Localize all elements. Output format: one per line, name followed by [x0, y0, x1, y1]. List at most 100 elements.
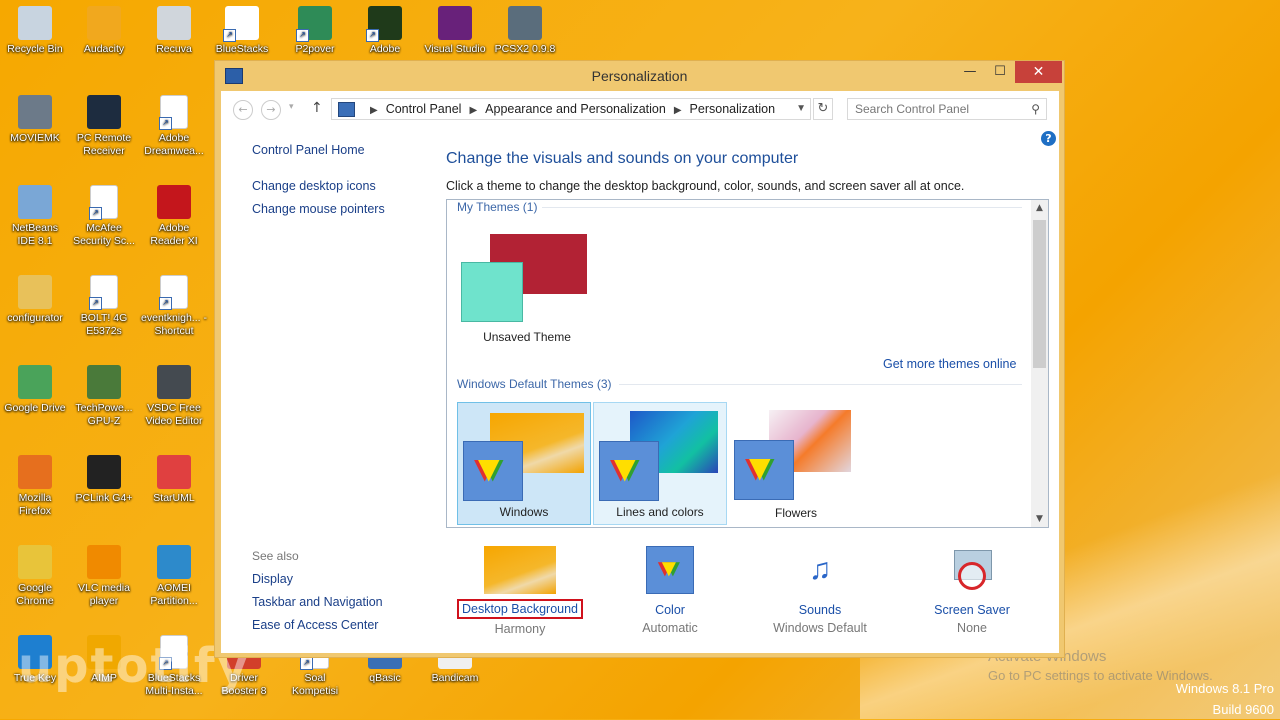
theme-label-lines-and-colors: Lines and colors: [616, 505, 704, 519]
breadcrumb-personalization[interactable]: Personalization: [690, 102, 775, 116]
desktop-background-setting[interactable]: Desktop Background Harmony: [455, 546, 585, 636]
theme-tile-flowers[interactable]: ▼ Flowers: [729, 402, 863, 525]
address-bar[interactable]: ▶ Control Panel ▶ Appearance and Personaliz…: [331, 98, 811, 120]
shortcut-arrow-icon: ↗: [223, 29, 236, 42]
search-icon[interactable]: ⚲: [1031, 99, 1040, 119]
theme-tile-lines-and-colors[interactable]: ▼ Lines and colors: [593, 402, 727, 525]
dreamweaver-icon: ↗: [366, 6, 402, 42]
forward-arrow-icon[interactable]: →: [261, 100, 281, 120]
color-palette-icon: ▼: [599, 441, 659, 501]
refresh-icon[interactable]: ↻: [813, 98, 833, 120]
desktop-icon[interactable]: Visual Studio: [422, 6, 488, 56]
desktop-icon[interactable]: VLC media player: [71, 545, 137, 608]
desktop-icon-label: PC Remote Receiver: [76, 132, 132, 157]
my-themes-group-label: My Themes (1): [457, 200, 538, 214]
desktop-icon[interactable]: ↗ BOLT! 4G E5372s: [71, 275, 137, 338]
desktop-icon[interactable]: configurator: [2, 275, 68, 325]
vlc-icon: [87, 545, 121, 579]
desktop-icon[interactable]: TechPowe... GPU-Z: [71, 365, 137, 428]
screen-saver-link[interactable]: Screen Saver: [907, 603, 1037, 617]
color-link[interactable]: Color: [605, 603, 735, 617]
desktop-icon[interactable]: PC Remote Receiver: [71, 95, 137, 158]
desktop-icon[interactable]: ↗ Adobe: [352, 6, 418, 56]
desktop-icon[interactable]: ↗ Adobe Dreamwea...: [141, 95, 207, 158]
theme-tile-windows[interactable]: ▼ Windows: [457, 402, 591, 525]
desktop-icon[interactable]: PCLink G4+: [71, 455, 137, 505]
sounds-value: Windows Default: [773, 621, 867, 635]
chevron-down-icon[interactable]: ▼: [796, 99, 806, 119]
sounds-link[interactable]: Sounds: [755, 603, 885, 617]
vsdc-icon: [157, 365, 191, 399]
scroll-up-icon[interactable]: ▲: [1031, 203, 1048, 213]
window-content: ← → ▾ ↑ ▶ Control Panel ▶ Appearance and Pe…: [221, 91, 1059, 653]
desktop-icon-label: VLC media player: [78, 582, 130, 607]
sounds-icon: ♫: [808, 553, 832, 586]
back-arrow-icon[interactable]: ←: [233, 100, 253, 120]
scroll-down-icon[interactable]: ▼: [1031, 514, 1048, 524]
get-more-themes-link[interactable]: Get more themes online: [883, 357, 1016, 371]
desktop-icon[interactable]: PCSX2 0.9.8: [492, 6, 558, 56]
unsaved-theme-tile[interactable]: Unsaved Theme: [457, 222, 597, 344]
desktop-icon[interactable]: MOVIEMK: [2, 95, 68, 145]
recent-pages-chevron-icon[interactable]: ▾: [289, 102, 294, 112]
desktop-icon-label: McAfee Security Sc...: [73, 222, 135, 247]
desktop-icon[interactable]: Adobe Reader XI: [141, 185, 207, 248]
see-also-heading: See also: [252, 549, 299, 563]
close-button[interactable]: ✕: [1015, 61, 1062, 83]
desktop-background-value: Harmony: [494, 622, 546, 636]
p2pover-icon: ↗: [296, 6, 332, 42]
breadcrumb-control-panel[interactable]: Control Panel: [386, 102, 462, 116]
pclink-icon: [87, 455, 121, 489]
ease-of-access-link[interactable]: Ease of Access Center: [252, 618, 378, 632]
desktop-icon[interactable]: Recuva: [141, 6, 207, 56]
desktop-icon-label: eventknigh... - Shortcut: [141, 312, 207, 337]
shortcut-arrow-icon: ↗: [159, 117, 172, 130]
desktop-icon[interactable]: Audacity: [71, 6, 137, 56]
moviemaker-icon: [18, 95, 52, 129]
up-arrow-icon[interactable]: ↑: [311, 100, 323, 116]
chevron-right-icon[interactable]: ▶: [469, 105, 477, 116]
desktop-background-link[interactable]: Desktop Background: [456, 599, 584, 619]
chevron-right-icon[interactable]: ▶: [674, 105, 682, 116]
page-subtitle: Click a theme to change the desktop back…: [446, 179, 965, 193]
desktop-icon[interactable]: ↗ McAfee Security Sc...: [71, 185, 137, 248]
desktop-icon[interactable]: ↗ eventknigh... - Shortcut: [141, 275, 207, 338]
help-icon[interactable]: ?: [1041, 131, 1056, 146]
change-mouse-pointers-link[interactable]: Change mouse pointers: [252, 202, 385, 216]
sounds-setting[interactable]: ♫ Sounds Windows Default: [755, 546, 885, 635]
breadcrumb-appearance[interactable]: Appearance and Personalization: [485, 102, 666, 116]
maximize-button[interactable]: ☐: [985, 61, 1015, 83]
scrollbar-thumb[interactable]: [1033, 220, 1046, 368]
minimize-button[interactable]: —: [955, 61, 985, 83]
title-bar[interactable]: Personalization — ☐ ✕: [215, 61, 1064, 91]
breadcrumb: ▶ Control Panel ▶ Appearance and Personaliz…: [362, 99, 775, 121]
desktop-icon[interactable]: Recycle Bin: [2, 6, 68, 56]
firefox-icon: [18, 455, 52, 489]
desktop-icon[interactable]: VSDC Free Video Editor: [141, 365, 207, 428]
color-setting[interactable]: ▼ Color Automatic: [605, 546, 735, 635]
themes-list: My Themes (1) Unsaved Theme Get more the…: [446, 199, 1049, 528]
desktop-icon[interactable]: Google Drive: [2, 365, 68, 415]
screen-saver-setting[interactable]: Screen Saver None: [907, 546, 1037, 635]
file-icon: ↗: [89, 275, 118, 310]
theme-preview-color: [461, 262, 523, 322]
desktop-icon-label: Audacity: [83, 43, 125, 55]
gpu-z-icon: [87, 365, 121, 399]
color-palette-icon: ▼: [463, 441, 523, 501]
desktop-icon[interactable]: AOMEI Partition...: [141, 545, 207, 608]
desktop-icon[interactable]: ↗ P2pover: [282, 6, 348, 56]
desktop-icon[interactable]: NetBeans IDE 8.1: [2, 185, 68, 248]
display-link[interactable]: Display: [252, 572, 293, 586]
search-input[interactable]: Search Control Panel ⚲: [847, 98, 1047, 120]
desktop-icon[interactable]: Google Chrome: [2, 545, 68, 608]
desktop-icon-label: Adobe Dreamwea...: [144, 132, 204, 157]
control-panel-home-link[interactable]: Control Panel Home: [252, 143, 365, 157]
desktop-icon-label: Soal Kompetisi: [291, 672, 339, 697]
desktop-icon[interactable]: Mozilla Firefox: [2, 455, 68, 518]
taskbar-navigation-link[interactable]: Taskbar and Navigation: [252, 595, 383, 609]
themes-scrollbar[interactable]: ▲ ▼: [1031, 200, 1048, 527]
desktop-icon-label: MOVIEMK: [10, 132, 60, 144]
change-desktop-icons-link[interactable]: Change desktop icons: [252, 179, 376, 193]
desktop-icon[interactable]: ↗ BlueStacks: [209, 6, 275, 56]
desktop-icon[interactable]: StarUML: [141, 455, 207, 505]
